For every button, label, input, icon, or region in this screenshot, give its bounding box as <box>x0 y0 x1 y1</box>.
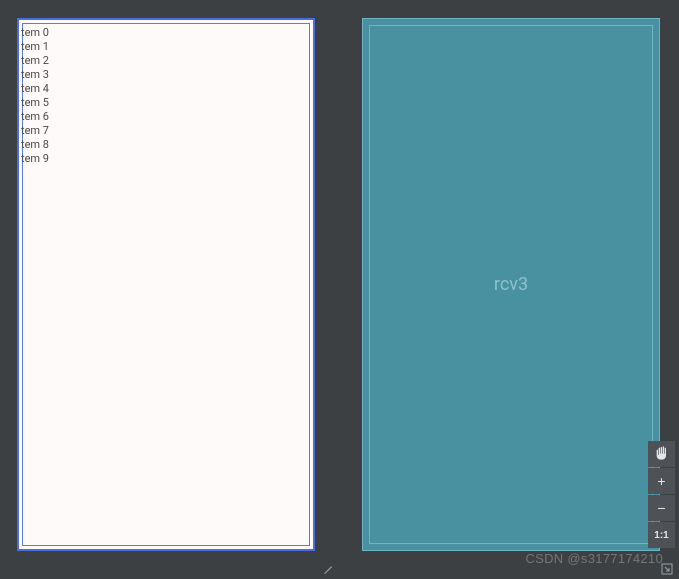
viewer-toolbar: + − 1:1 <box>648 441 675 548</box>
right-device-panel: rcv3 <box>362 18 660 551</box>
list-item[interactable]: tem 4 <box>21 82 309 96</box>
hand-icon <box>654 445 670 464</box>
list-item[interactable]: tem 3 <box>21 68 309 82</box>
list-item[interactable]: tem 0 <box>21 26 309 40</box>
list-item[interactable]: tem 9 <box>21 152 309 166</box>
watermark-text: CSDN @s3177174210 <box>525 551 663 566</box>
ratio-label: 1:1 <box>654 530 668 541</box>
resize-handle-icon[interactable] <box>322 556 334 568</box>
pan-button[interactable] <box>648 441 675 467</box>
left-device-panel: tem 0 tem 1 tem 2 tem 3 tem 4 tem 5 tem … <box>17 18 315 551</box>
list-item[interactable]: tem 2 <box>21 54 309 68</box>
list-item[interactable]: tem 7 <box>21 124 309 138</box>
expand-icon[interactable] <box>661 560 673 572</box>
actual-size-button[interactable]: 1:1 <box>648 522 675 548</box>
right-panel-label: rcv3 <box>494 274 528 295</box>
list-item[interactable]: tem 1 <box>21 40 309 54</box>
list-view[interactable]: tem 0 tem 1 tem 2 tem 3 tem 4 tem 5 tem … <box>22 23 310 546</box>
minus-icon: − <box>657 500 665 516</box>
list-item[interactable]: tem 6 <box>21 110 309 124</box>
list-item[interactable]: tem 5 <box>21 96 309 110</box>
zoom-in-button[interactable]: + <box>648 468 675 494</box>
plus-icon: + <box>657 473 665 489</box>
zoom-out-button[interactable]: − <box>648 495 675 521</box>
list-item[interactable]: tem 8 <box>21 138 309 152</box>
right-panel-inner: rcv3 <box>369 25 653 544</box>
